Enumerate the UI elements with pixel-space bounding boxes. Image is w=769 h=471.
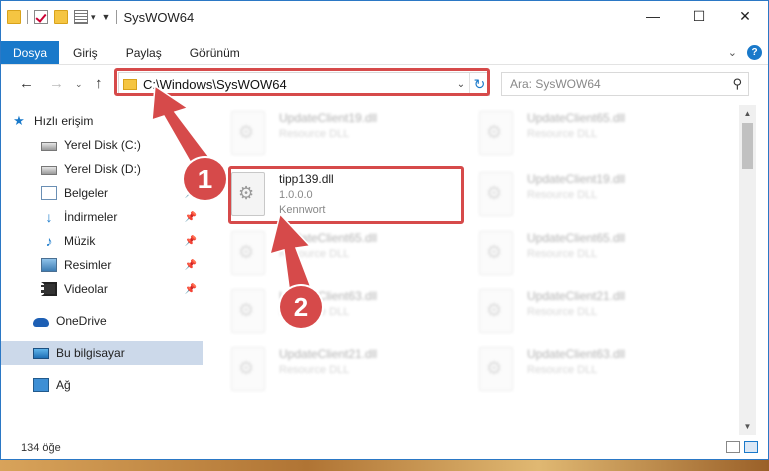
pin-icon[interactable]: 📌 — [185, 236, 197, 247]
file-item[interactable]: UpdateClient19.dll Resource DLL — [479, 168, 719, 224]
tab-view[interactable]: Görünüm — [176, 41, 254, 64]
disk-icon — [41, 142, 57, 151]
tab-file[interactable]: Dosya — [1, 41, 60, 64]
this-pc-icon — [33, 347, 49, 359]
status-bar: 134 öğe — [1, 437, 768, 459]
file-item[interactable]: UpdateClient19.dll Resource DLL — [231, 107, 471, 163]
toolbar-dropdown-icon[interactable]: ▾ — [91, 12, 96, 23]
title-bar: ▾ ▼ SysWOW64 — ☐ ✕ — [1, 1, 768, 33]
ribbon-tabs: Dosya Giriş Paylaş Görünüm ⌄ ? — [1, 41, 768, 65]
details-view-icon[interactable] — [726, 441, 740, 453]
maximize-button[interactable]: ☐ — [676, 1, 722, 31]
dll-file-icon — [231, 347, 265, 391]
sidebar-item-downloads[interactable]: ↓ İndirmeler 📌 — [1, 205, 203, 229]
file-item[interactable]: UpdateClient21.dll Resource DLL — [479, 285, 719, 341]
sidebar-item-onedrive[interactable]: OneDrive — [1, 309, 203, 333]
window-title: SysWOW64 — [123, 9, 195, 25]
file-item[interactable]: UpdateClient21.dll Resource DLL — [231, 343, 471, 399]
vertical-scrollbar[interactable]: ▲ ▼ — [739, 105, 756, 435]
dll-file-icon — [479, 289, 513, 333]
scroll-thumb[interactable] — [742, 123, 753, 169]
network-icon — [33, 378, 49, 392]
file-highlight-box — [228, 166, 464, 224]
help-icon[interactable]: ? — [747, 45, 762, 60]
dll-file-icon — [479, 172, 513, 216]
window-controls: — ☐ ✕ — [630, 1, 768, 31]
properties-check-icon[interactable] — [34, 10, 48, 24]
onedrive-icon — [33, 318, 49, 327]
pictures-icon — [41, 258, 57, 272]
tab-share[interactable]: Paylaş — [112, 41, 176, 64]
desktop-background — [0, 460, 769, 471]
step-badge-1: 1 — [184, 158, 226, 200]
dll-file-icon — [479, 231, 513, 275]
sidebar-item-local-disk-d[interactable]: Yerel Disk (D:) 📌 — [1, 157, 203, 181]
pin-icon[interactable]: 📌 — [185, 212, 197, 223]
sidebar-item-videos[interactable]: Videolar 📌 — [1, 277, 203, 301]
forward-arrow-icon[interactable]: → — [49, 75, 64, 92]
music-icon: ♪ — [45, 233, 53, 249]
pin-icon[interactable]: 📌 — [185, 284, 197, 295]
search-box[interactable]: Ara: SysWOW64 ⚲ — [501, 72, 749, 96]
tab-home[interactable]: Giriş — [59, 41, 112, 64]
file-item[interactable]: UpdateClient65.dll Resource DLL — [231, 227, 471, 283]
back-arrow-icon[interactable]: ← — [19, 75, 34, 92]
step-badge-2: 2 — [280, 286, 322, 328]
sidebar-item-pictures[interactable]: Resimler 📌 — [1, 253, 203, 277]
tiles-view-icon[interactable] — [744, 441, 758, 453]
sidebar-item-local-disk-c[interactable]: Yerel Disk (C:) 📌 — [1, 133, 203, 157]
minimize-button[interactable]: — — [630, 1, 676, 31]
new-folder-icon[interactable] — [54, 10, 68, 24]
scroll-down-icon[interactable]: ▼ — [739, 418, 756, 435]
documents-icon — [41, 186, 57, 200]
item-count: 134 öğe — [21, 442, 61, 454]
sidebar-item-this-pc[interactable]: Bu bilgisayar — [1, 341, 203, 365]
quick-access-toolbar-icon[interactable] — [74, 10, 88, 24]
dll-file-icon — [231, 289, 265, 333]
videos-icon — [41, 282, 57, 296]
file-list: UpdateClient19.dll Resource DLL tipp139.… — [205, 105, 739, 435]
recent-locations-icon[interactable]: ⌄ — [75, 79, 83, 90]
sidebar-item-music[interactable]: ♪ Müzik 📌 — [1, 229, 203, 253]
close-button[interactable]: ✕ — [722, 1, 768, 31]
search-icon[interactable]: ⚲ — [732, 76, 742, 92]
address-highlight-box — [114, 68, 490, 96]
file-item[interactable]: UpdateClient65.dll Resource DLL — [479, 227, 719, 283]
dll-file-icon — [231, 111, 265, 155]
file-item[interactable]: UpdateClient63.dll Resource DLL — [231, 285, 471, 341]
folder-icon — [7, 10, 21, 24]
up-arrow-icon[interactable]: ↑ — [95, 75, 103, 92]
dll-file-icon — [479, 347, 513, 391]
pin-icon[interactable]: 📌 — [185, 260, 197, 271]
search-placeholder[interactable]: Ara: SysWOW64 — [510, 77, 601, 91]
disk-icon — [41, 166, 57, 175]
file-item[interactable]: UpdateClient63.dll Resource DLL — [479, 343, 719, 399]
customize-toolbar-icon[interactable]: ▼ — [102, 12, 111, 22]
navigation-pane: ★ Hızlı erişim Yerel Disk (C:) 📌 Yerel D… — [1, 105, 205, 435]
dll-file-icon — [231, 231, 265, 275]
sidebar-item-network[interactable]: Ağ — [1, 373, 203, 397]
sidebar-item-quick-access[interactable]: ★ Hızlı erişim — [1, 109, 203, 133]
file-item[interactable]: UpdateClient65.dll Resource DLL — [479, 107, 719, 163]
dll-file-icon — [479, 111, 513, 155]
scroll-up-icon[interactable]: ▲ — [739, 105, 756, 122]
downloads-icon: ↓ — [45, 209, 53, 225]
pin-icon[interactable]: 📌 — [185, 140, 197, 151]
star-icon: ★ — [13, 113, 25, 128]
expand-ribbon-icon[interactable]: ⌄ — [728, 46, 737, 59]
sidebar-item-documents[interactable]: Belgeler 📌 — [1, 181, 203, 205]
